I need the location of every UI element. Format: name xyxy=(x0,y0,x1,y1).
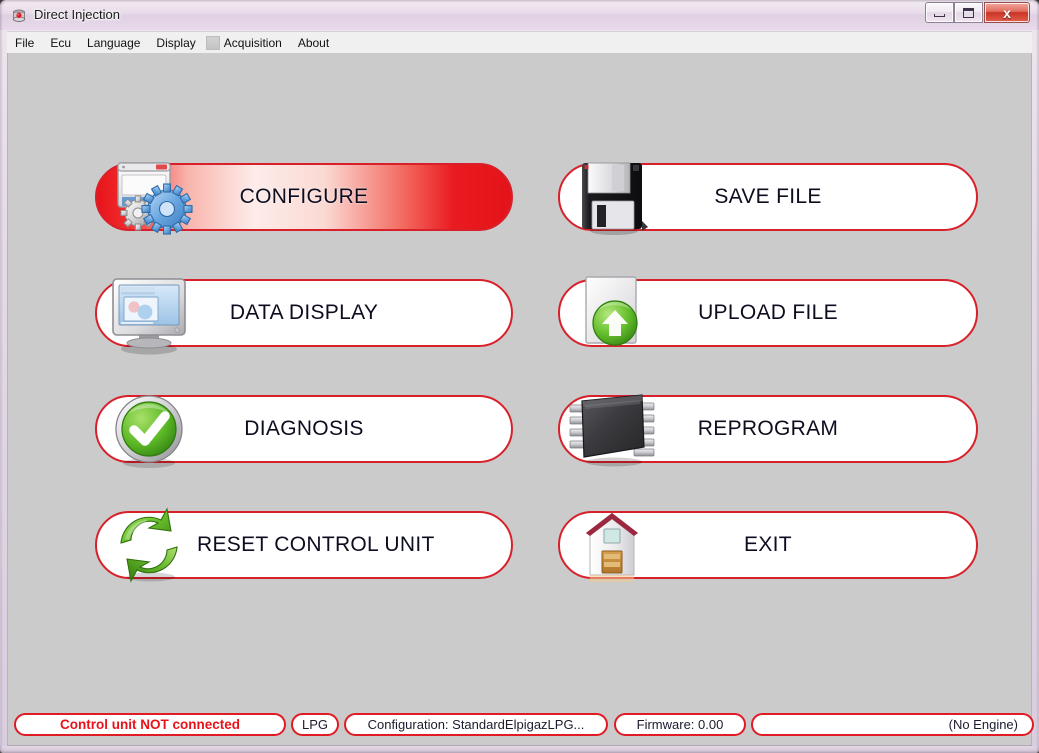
green-refresh-icon xyxy=(101,499,197,595)
main-content-area: CONFIGURE DATA DISPLAY DIAGNOSIS RESET C… xyxy=(7,53,1032,693)
menu-acquisition[interactable]: Acquisition xyxy=(204,34,290,52)
close-button[interactable]: x xyxy=(984,2,1030,23)
minimize-button[interactable] xyxy=(925,2,954,23)
data-display-button[interactable]: DATA DISPLAY xyxy=(95,278,513,355)
acquisition-indicator-icon xyxy=(205,35,220,50)
monitor-icon xyxy=(101,267,197,363)
configure-button-label: CONFIGURE xyxy=(239,185,369,208)
minimize-icon xyxy=(926,3,953,22)
green-check-icon xyxy=(101,383,197,479)
status-firmware: Firmware: 0.00 xyxy=(614,713,746,736)
window-gears-icon xyxy=(101,151,197,247)
upload-arrow-icon xyxy=(564,267,660,363)
status-engine: (No Engine) xyxy=(751,713,1034,736)
upload-file-button-label: UPLOAD FILE xyxy=(698,301,838,324)
data-display-button-label: DATA DISPLAY xyxy=(229,301,379,324)
save-file-button-label: SAVE FILE xyxy=(714,185,822,208)
house-icon xyxy=(564,499,660,595)
title-bar[interactable]: Direct Injection x xyxy=(0,0,1039,30)
maximize-button[interactable] xyxy=(954,2,983,23)
exit-button-label: EXIT xyxy=(744,533,792,556)
menu-display[interactable]: Display xyxy=(148,34,203,52)
reprogram-button[interactable]: REPROGRAM xyxy=(558,394,978,467)
application-window: Direct Injection x File Ecu Language Dis… xyxy=(0,0,1039,753)
window-title: Direct Injection xyxy=(34,7,120,22)
reset-control-unit-button[interactable]: RESET CONTROL UNIT xyxy=(95,507,513,583)
close-glyph: x xyxy=(1003,4,1011,21)
reprogram-button-label: REPROGRAM xyxy=(697,417,839,440)
save-file-button[interactable]: SAVE FILE xyxy=(558,162,978,235)
app-icon xyxy=(11,8,27,24)
menu-ecu[interactable]: Ecu xyxy=(42,34,79,52)
chip-icon xyxy=(564,383,660,479)
floppy-disk-icon xyxy=(564,151,660,247)
status-fuel-type: LPG xyxy=(291,713,339,736)
menu-bar: File Ecu Language Display Acquisition Ab… xyxy=(7,31,1032,53)
status-connection: Control unit NOT connected xyxy=(14,713,286,736)
menu-about[interactable]: About xyxy=(290,34,337,52)
close-icon: x xyxy=(985,3,1029,22)
diagnosis-button[interactable]: DIAGNOSIS xyxy=(95,395,513,468)
window-bottom-chrome xyxy=(0,746,1039,753)
exit-button[interactable]: EXIT xyxy=(558,511,978,582)
upload-file-button[interactable]: UPLOAD FILE xyxy=(558,276,978,347)
status-bar: Control unit NOT connected LPG Configura… xyxy=(7,693,1034,746)
configure-button[interactable]: CONFIGURE xyxy=(95,162,513,235)
menu-acquisition-label: Acquisition xyxy=(223,35,282,50)
maximize-icon xyxy=(955,3,982,22)
menu-file[interactable]: File xyxy=(7,34,42,52)
menu-language[interactable]: Language xyxy=(79,34,148,52)
status-configuration: Configuration: StandardElpigazLPG... xyxy=(344,713,608,736)
diagnosis-button-label: DIAGNOSIS xyxy=(244,417,364,440)
reset-control-unit-button-label: RESET CONTROL UNIT xyxy=(197,533,435,556)
